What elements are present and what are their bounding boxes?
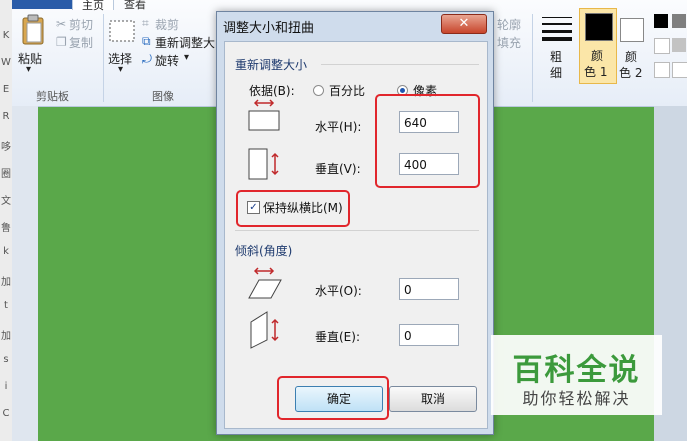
palette-color-empty[interactable] <box>672 62 687 78</box>
cut-button[interactable]: 剪切 <box>69 16 93 33</box>
resize-horizontal-label: 水平(H): <box>315 120 362 134</box>
background-window-char: 哆 <box>1 142 11 153</box>
highlight-keep-ratio <box>236 190 350 227</box>
color2-label-bottom: 色 2 <box>619 66 643 80</box>
background-window-char: W <box>1 57 11 68</box>
ribbon-edge <box>12 0 24 9</box>
divider <box>321 64 479 65</box>
palette-color-empty[interactable] <box>654 62 670 78</box>
highlight-size-inputs <box>375 94 480 188</box>
palette-color-black[interactable] <box>654 14 668 28</box>
select-dropdown-icon[interactable]: ▾ <box>118 64 123 75</box>
canvas-margin <box>12 106 38 441</box>
horizontal-skew-icon <box>248 267 282 299</box>
clipboard-group-label: 剪贴板 <box>36 90 69 103</box>
background-window-char: R <box>2 111 10 122</box>
divider <box>103 14 104 102</box>
background-window-char: C <box>2 408 10 419</box>
close-button[interactable]: ✕ <box>441 14 487 34</box>
skew-section-title: 倾斜(角度) <box>235 244 293 258</box>
background-window-char: E <box>2 84 10 95</box>
color1-label-bottom: 色 1 <box>584 65 608 79</box>
background-window-char: 加 <box>1 331 11 342</box>
background-window-char: s <box>3 354 9 365</box>
skew-horizontal-input[interactable]: 0 <box>399 278 459 300</box>
skew-vertical-input[interactable]: 0 <box>399 324 459 346</box>
resize-vertical-label: 垂直(V): <box>315 162 361 176</box>
divider <box>235 230 479 231</box>
rotate-button[interactable]: 旋转 <box>155 52 179 69</box>
crop-icon: ⌗ <box>142 16 149 30</box>
size-button-bottom[interactable]: 细 <box>550 64 562 81</box>
rotate-icon: ⤾ <box>142 52 152 66</box>
paste-icon <box>22 14 44 45</box>
tab-view[interactable]: 查看 <box>124 0 146 12</box>
background-window-char: 加 <box>1 277 11 288</box>
skew-vertical-label: 垂直(E): <box>315 330 360 344</box>
percent-label[interactable]: 百分比 <box>329 82 365 99</box>
watermark: 百科全说 助你轻松解决 <box>491 335 662 415</box>
outline-button[interactable]: 轮廓 <box>497 16 521 33</box>
background-window-char: t <box>4 300 8 311</box>
vertical-resize-icon <box>248 148 279 180</box>
background-window-char: 鲁 <box>1 223 11 234</box>
rotate-dropdown-icon[interactable]: ▾ <box>184 52 189 63</box>
paste-dropdown-icon[interactable]: ▾ <box>26 64 31 75</box>
background-window-char: 文 <box>1 196 11 207</box>
divider <box>532 14 533 102</box>
watermark-subtitle: 助你轻松解决 <box>522 389 631 408</box>
percent-radio[interactable] <box>313 85 324 96</box>
fill-button[interactable]: 填充 <box>497 34 521 51</box>
color1-button[interactable]: 颜 色 1 <box>579 8 617 84</box>
background-window-char: i <box>4 381 8 392</box>
copy-button[interactable]: 复制 <box>69 34 93 51</box>
scissors-icon: ✂ <box>56 17 67 31</box>
copy-icon: ❐ <box>56 35 67 49</box>
dialog-title: 调整大小和扭曲 <box>223 21 315 36</box>
vertical-skew-icon <box>250 311 279 349</box>
image-group-label: 图像 <box>152 90 174 103</box>
highlight-ok-button <box>277 376 389 420</box>
resize-section-title: 重新调整大小 <box>235 58 308 72</box>
tab-home[interactable]: 主页 <box>72 0 114 12</box>
background-window-char: k <box>3 246 9 257</box>
cancel-button[interactable]: 取消 <box>389 386 477 412</box>
palette-color-white[interactable] <box>654 38 670 54</box>
line-size-icon <box>542 17 572 41</box>
by-label: 依据(B): <box>249 84 295 98</box>
color1-label-top: 颜 <box>591 49 604 63</box>
crop-button[interactable]: 裁剪 <box>155 16 179 33</box>
resize-icon: ⧉ <box>142 34 151 48</box>
size-button-top[interactable]: 粗 <box>550 48 562 65</box>
horizontal-resize-icon <box>248 99 280 131</box>
background-window-char: 圈 <box>1 169 11 180</box>
file-tab[interactable] <box>24 0 72 9</box>
watermark-title: 百科全说 <box>512 353 641 388</box>
color2-label-top: 颜 <box>625 50 638 64</box>
color2-swatch[interactable] <box>620 18 644 42</box>
palette-color-gray[interactable] <box>672 14 686 28</box>
select-icon <box>109 20 135 42</box>
skew-horizontal-label: 水平(O): <box>315 284 362 298</box>
resize-button[interactable]: 重新调整大 <box>155 34 215 51</box>
palette-color-light-gray[interactable] <box>672 38 686 52</box>
color1-swatch <box>585 13 613 41</box>
background-window-char: K <box>2 30 10 41</box>
